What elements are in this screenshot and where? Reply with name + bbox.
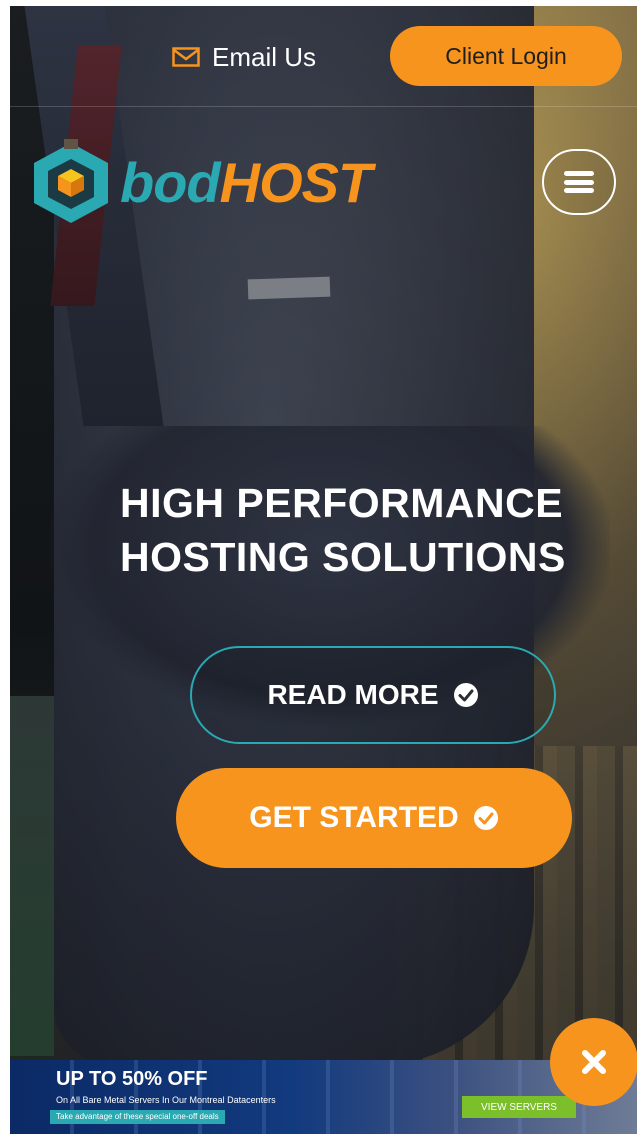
check-circle-icon	[473, 806, 498, 830]
check-circle-icon	[453, 683, 478, 707]
get-started-button[interactable]: GET STARTED	[176, 768, 572, 868]
read-more-button[interactable]: READ MORE	[190, 646, 556, 744]
client-login-button[interactable]: Client Login	[390, 26, 622, 86]
promo-note: Take advantage of these special one-off …	[50, 1110, 225, 1124]
app-screen: Email Us Client Login bodHOST HIGH PERFO…	[10, 6, 637, 1134]
close-promo-button[interactable]	[550, 1018, 637, 1106]
client-login-label: Client Login	[445, 42, 567, 69]
promo-subtitle: On All Bare Metal Servers In Our Montrea…	[56, 1095, 276, 1105]
email-us-label: Email Us	[212, 41, 317, 72]
menu-toggle-button[interactable]	[542, 149, 616, 215]
view-servers-button[interactable]: VIEW SERVERS	[462, 1096, 576, 1118]
close-icon	[582, 1050, 606, 1074]
hero-title: HIGH PERFORMANCE HOSTING SOLUTIONS	[120, 476, 630, 584]
email-us-link[interactable]: Email Us	[172, 40, 316, 74]
view-servers-label: VIEW SERVERS	[481, 1101, 557, 1113]
logo-bod-text: bod	[120, 151, 221, 214]
logo-wordmark: bodHOST	[120, 155, 372, 211]
promo-banner[interactable]: UP TO 50% OFF On All Bare Metal Servers …	[10, 1060, 637, 1134]
hero-title-line-2: HOSTING SOLUTIONS	[120, 534, 566, 580]
hamburger-menu-icon	[564, 171, 594, 193]
top-bar: Email Us Client Login	[10, 6, 637, 107]
logo-hexagon-icon	[34, 139, 108, 223]
brand-logo[interactable]: bodHOST	[28, 138, 372, 228]
read-more-label: READ MORE	[267, 679, 439, 710]
logo-host-text: HOST	[219, 151, 373, 214]
envelope-icon	[172, 47, 200, 67]
hero-title-line-1: HIGH PERFORMANCE	[120, 480, 564, 526]
promo-title: UP TO 50% OFF	[56, 1068, 208, 1090]
get-started-label: GET STARTED	[249, 801, 459, 834]
